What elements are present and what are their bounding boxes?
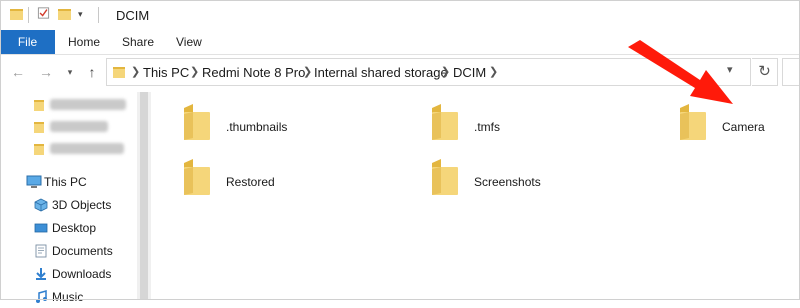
sidebar-item-documents[interactable]: Documents	[0, 240, 136, 262]
sidebar-item-3d-objects[interactable]: 3D Objects	[0, 194, 136, 216]
new-folder-icon[interactable]	[58, 8, 71, 20]
properties-icon[interactable]	[37, 7, 50, 19]
folder-tmfs[interactable]: .tmfs	[430, 102, 650, 152]
file-list: .thumbnails .tmfs Camera Restored Screen…	[152, 90, 800, 300]
up-icon[interactable]: ↑	[84, 64, 100, 80]
refresh-icon[interactable]: ↻	[752, 58, 778, 86]
folder-restored[interactable]: Restored	[182, 157, 402, 207]
breadcrumb-this-pc[interactable]: This PC	[143, 65, 189, 80]
divider	[98, 7, 99, 23]
back-icon[interactable]: ←	[10, 64, 26, 80]
sidebar-item-downloads[interactable]: Downloads	[0, 263, 136, 285]
chevron-right-icon[interactable]: ❯	[131, 65, 140, 78]
this-pc-icon	[26, 175, 42, 188]
downloads-icon	[36, 268, 46, 280]
sidebar-item-label: Downloads	[52, 267, 112, 281]
folder-icon	[34, 122, 44, 133]
chevron-right-icon[interactable]: ❯	[441, 65, 450, 78]
recent-locations-icon[interactable]: ▾	[64, 64, 76, 80]
folder-name: Camera	[722, 120, 765, 134]
window-title: DCIM	[116, 8, 150, 23]
customize-toolbar-icon[interactable]: ▾	[78, 9, 83, 20]
folder-icon	[680, 104, 706, 140]
sidebar-item-quick-access[interactable]	[0, 138, 136, 160]
sidebar-item-label: Desktop	[52, 221, 97, 235]
folder-screenshots[interactable]: Screenshots	[430, 157, 650, 207]
sidebar-item-label: Music	[52, 290, 84, 304]
music-icon	[36, 290, 47, 303]
breadcrumb-storage[interactable]: Internal shared storage	[314, 65, 448, 80]
title-bar: ▾ DCIM	[0, 0, 800, 30]
sidebar-scrollbar-thumb[interactable]	[140, 92, 148, 300]
chevron-right-icon[interactable]: ❯	[303, 65, 312, 78]
forward-icon[interactable]: →	[38, 64, 54, 80]
folder-name: Screenshots	[474, 175, 541, 189]
desktop-icon	[34, 223, 48, 233]
ribbon-tabs: File Home Share View	[0, 30, 800, 55]
sidebar-item-quick-access[interactable]	[0, 94, 136, 116]
address-bar[interactable]: ❯ This PC ❯ Redmi Note 8 Pro ❯ Internal …	[106, 58, 751, 86]
chevron-right-icon[interactable]: ❯	[190, 65, 199, 78]
sidebar-item-label: Documents	[52, 244, 113, 258]
tab-file[interactable]: File	[0, 30, 55, 54]
tab-view[interactable]: View	[176, 30, 202, 54]
sidebar-item-label: This PC	[44, 175, 87, 189]
blurred-label	[50, 143, 124, 154]
search-input[interactable]	[782, 58, 800, 86]
folder-name: Restored	[226, 175, 275, 189]
folder-icon	[34, 144, 44, 155]
tab-home[interactable]: Home	[68, 30, 100, 54]
blurred-label	[50, 121, 108, 132]
folder-icon	[10, 9, 23, 20]
sidebar-item-label: 3D Objects	[52, 198, 112, 212]
folder-thumbnails[interactable]: .thumbnails	[182, 102, 402, 152]
3d-objects-icon	[34, 198, 48, 212]
breadcrumb-device[interactable]: Redmi Note 8 Pro	[202, 65, 305, 80]
sidebar-item-this-pc[interactable]: This PC	[0, 171, 136, 193]
folder-icon	[184, 104, 210, 140]
folder-icon	[34, 100, 44, 111]
address-dropdown-icon[interactable]: ▾	[727, 63, 733, 76]
divider	[28, 7, 29, 23]
folder-camera[interactable]: Camera	[678, 102, 800, 152]
folder-name: .tmfs	[474, 120, 500, 134]
breadcrumb-dcim[interactable]: DCIM	[453, 65, 486, 80]
tab-share[interactable]: Share	[122, 30, 154, 54]
sidebar-item-quick-access[interactable]	[0, 116, 136, 138]
sidebar-item-desktop[interactable]: Desktop	[0, 217, 136, 239]
folder-icon	[113, 67, 125, 78]
sidebar-item-music[interactable]: Music	[0, 286, 136, 308]
chevron-right-icon[interactable]: ❯	[489, 65, 498, 78]
folder-name: .thumbnails	[226, 120, 288, 134]
documents-icon	[35, 244, 47, 258]
folder-icon	[432, 104, 458, 140]
navigation-pane: This PC 3D Objects Desktop Documents Dow…	[0, 90, 152, 304]
folder-icon	[184, 159, 210, 195]
folder-icon	[432, 159, 458, 195]
blurred-label	[50, 99, 126, 110]
